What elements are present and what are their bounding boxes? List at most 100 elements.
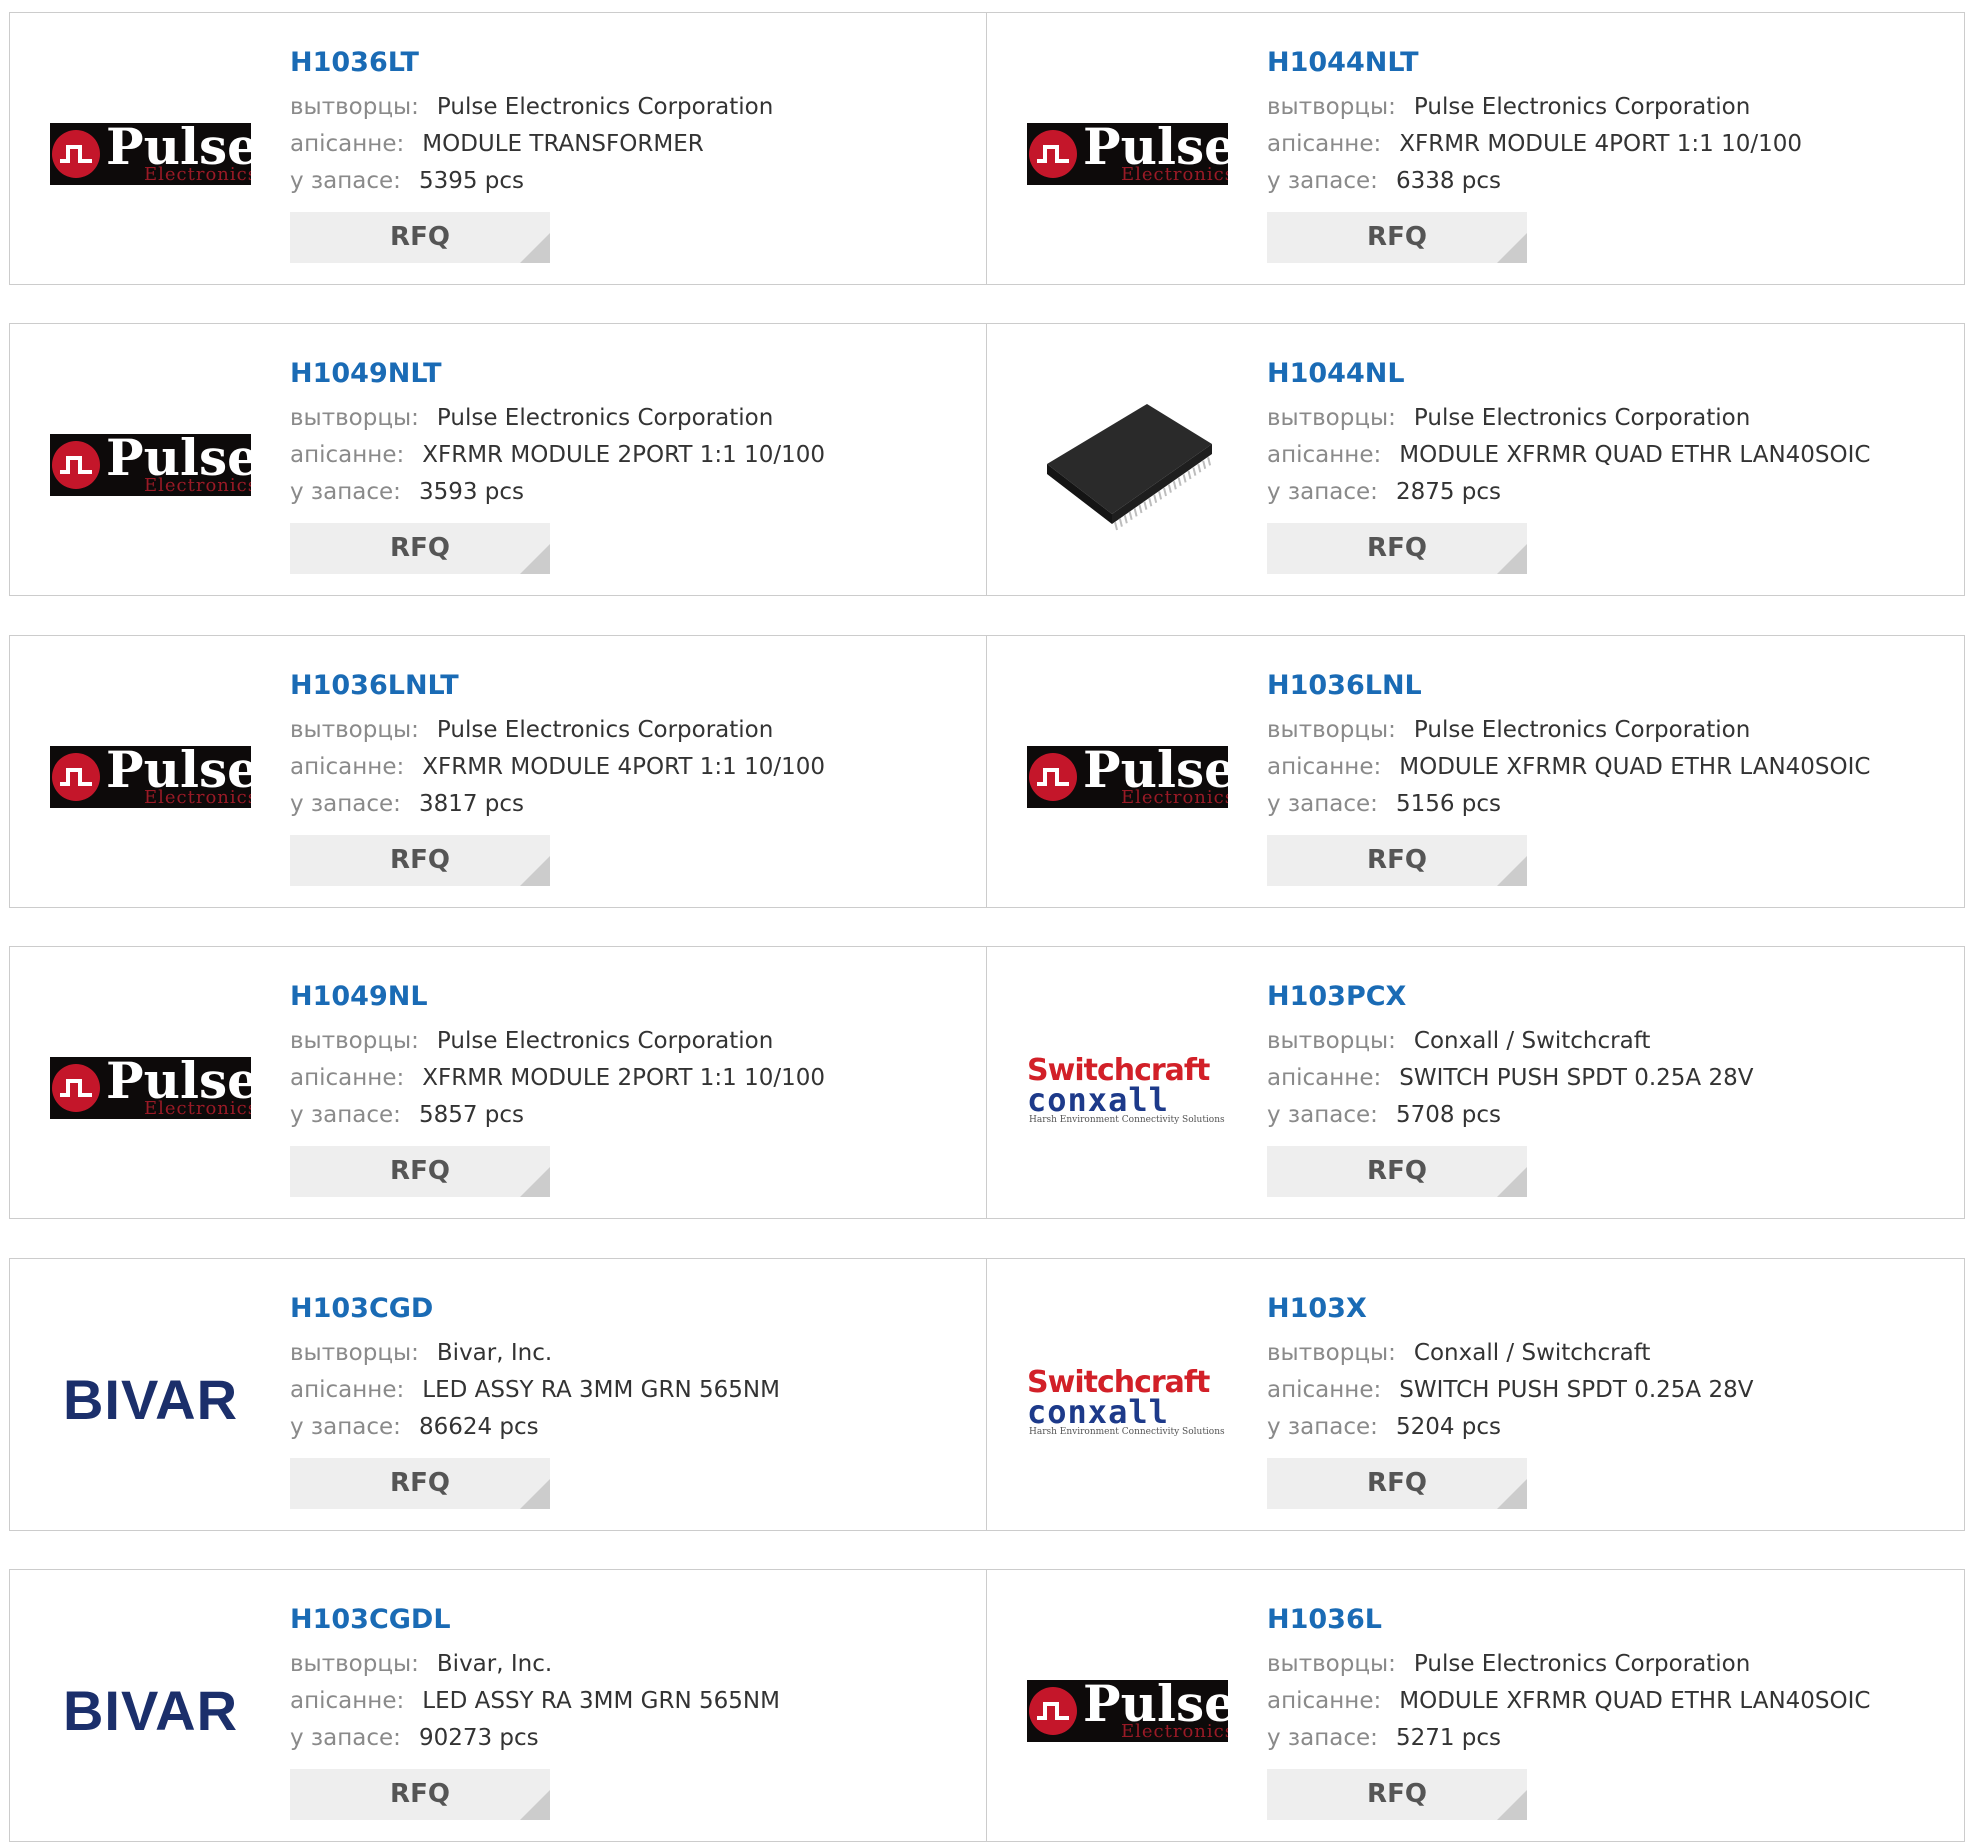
rfq-button[interactable]: RFQ <box>290 1146 550 1197</box>
manufacturer-value: Conxall / Switchcraft <box>1413 1340 1651 1366</box>
corner-triangle-icon <box>1497 233 1527 263</box>
part-number-link[interactable]: H103X <box>1267 1289 1944 1329</box>
part-number-link[interactable]: H1049NL <box>290 977 966 1017</box>
rfq-label: RFQ <box>1367 533 1427 563</box>
rfq-button[interactable]: RFQ <box>290 835 550 886</box>
manufacturer-line: вытворцы: Pulse Electronics Corporation <box>290 400 966 437</box>
corner-triangle-icon <box>520 1790 550 1820</box>
part-number-link[interactable]: H1036LT <box>290 43 966 83</box>
part-number-link[interactable]: H103PCX <box>1267 977 1944 1017</box>
rfq-label: RFQ <box>1367 222 1427 252</box>
product-card: H1044NL вытворцы: Pulse Electronics Corpor… <box>987 323 1965 596</box>
rfq-button[interactable]: RFQ <box>1267 1146 1527 1197</box>
part-number-link[interactable]: H1044NL <box>1267 354 1944 394</box>
manufacturer-line: вытворцы: Pulse Electronics Corporation <box>1267 89 1944 126</box>
corner-triangle-icon <box>520 856 550 886</box>
manufacturer-value: Pulse Electronics Corporation <box>436 1028 774 1054</box>
product-card: Pulse Electronics H1036LNLT вытворцы: Pulse … <box>9 635 987 908</box>
corner-triangle-icon <box>520 1167 550 1197</box>
corner-triangle-icon <box>520 544 550 574</box>
stock-line: у запасе: 5708 pcs <box>1267 1097 1944 1134</box>
stock-label: у запасе: <box>1267 1414 1378 1440</box>
manufacturer-line: вытворцы: Bivar, Inc. <box>290 1335 966 1372</box>
product-card: Pulse Electronics H1049NLT вытворцы: Pulse E… <box>9 323 987 596</box>
product-thumbnail[interactable]: Pulse Electronics <box>1027 1610 1228 1811</box>
product-row: Pulse Electronics H1036LT вытворцы: Pulse El… <box>9 12 1965 285</box>
manufacturer-label: вытворцы: <box>290 717 419 743</box>
manufacturer-label: вытворцы: <box>1267 1028 1396 1054</box>
pulse-mark-icon <box>1029 752 1077 801</box>
pulse-logo-sub: Electronics <box>1121 163 1228 185</box>
stock-value: 5156 pcs <box>1395 791 1502 817</box>
stock-label: у запасе: <box>1267 1102 1378 1128</box>
product-row: BIVAR H103CGD вытворцы: Bivar, Inc. апісанне… <box>9 1258 1965 1531</box>
description-line: апісанне: LED ASSY RA 3MM GRN 565NM <box>290 1683 966 1720</box>
product-thumbnail[interactable] <box>1027 364 1228 565</box>
bivar-logo: BIVAR <box>62 1368 239 1431</box>
product-thumbnail[interactable]: Pulse Electronics <box>50 364 251 565</box>
product-thumbnail[interactable]: Pulse Electronics <box>50 676 251 877</box>
manufacturer-line: вытворцы: Conxall / Switchcraft <box>1267 1335 1944 1372</box>
product-thumbnail[interactable]: BIVAR <box>50 1610 251 1811</box>
stock-line: у запасе: 86624 pcs <box>290 1409 966 1446</box>
stock-line: у запасе: 3817 pcs <box>290 786 966 823</box>
manufacturer-line: вытворцы: Pulse Electronics Corporation <box>1267 400 1944 437</box>
rfq-button[interactable]: RFQ <box>290 1458 550 1509</box>
pulse-logo-sub: Electronics <box>1121 1720 1228 1742</box>
rfq-button[interactable]: RFQ <box>1267 835 1527 886</box>
part-number-link[interactable]: H1044NLT <box>1267 43 1944 83</box>
description-value: MODULE XFRMR QUAD ETHR LAN40SOIC <box>1399 1688 1871 1714</box>
description-value: LED ASSY RA 3MM GRN 565NM <box>422 1688 780 1714</box>
part-number-link[interactable]: H1036L <box>1267 1600 1944 1640</box>
stock-label: у запасе: <box>1267 168 1378 194</box>
stock-value: 86624 pcs <box>418 1414 539 1440</box>
description-label: апісанне: <box>290 1377 405 1403</box>
part-number-link[interactable]: H103CGD <box>290 1289 966 1329</box>
part-number-link[interactable]: H1036LNL <box>1267 666 1944 706</box>
product-thumbnail[interactable]: Pulse Electronics <box>50 987 251 1188</box>
description-line: апісанне: SWITCH PUSH SPDT 0.25A 28V <box>1267 1372 1944 1409</box>
product-card: BIVAR H103CGDL вытворцы: Bivar, Inc. апісанн… <box>9 1569 987 1842</box>
product-thumbnail[interactable]: Pulse Electronics <box>1027 676 1228 877</box>
manufacturer-line: вытворцы: Pulse Electronics Corporation <box>1267 712 1944 749</box>
stock-value: 5395 pcs <box>418 168 525 194</box>
product-thumbnail[interactable]: BIVAR <box>50 1299 251 1500</box>
product-thumbnail[interactable]: Pulse Electronics <box>50 53 251 254</box>
manufacturer-label: вытворцы: <box>290 94 419 120</box>
stock-line: у запасе: 6338 pcs <box>1267 163 1944 200</box>
rfq-button[interactable]: RFQ <box>290 523 550 574</box>
pulse-logo-sub: Electronics <box>144 474 251 496</box>
manufacturer-line: вытворцы: Bivar, Inc. <box>290 1646 966 1683</box>
description-value: SWITCH PUSH SPDT 0.25A 28V <box>1399 1377 1754 1403</box>
stock-value: 6338 pcs <box>1395 168 1502 194</box>
product-thumbnail[interactable]: Pulse Electronics <box>1027 53 1228 254</box>
rfq-button[interactable]: RFQ <box>1267 1458 1527 1509</box>
description-value: MODULE TRANSFORMER <box>422 131 704 157</box>
manufacturer-value: Pulse Electronics Corporation <box>1413 94 1751 120</box>
description-label: апісанне: <box>1267 754 1382 780</box>
description-value: XFRMR MODULE 2PORT 1:1 10/100 <box>422 1065 826 1091</box>
description-line: апісанне: XFRMR MODULE 4PORT 1:1 10/100 <box>290 749 966 786</box>
pulse-electronics-logo: Pulse Electronics <box>1027 745 1228 808</box>
product-thumbnail[interactable]: Switchcraft conxall Harsh Environment Conn… <box>1027 1299 1228 1500</box>
rfq-button[interactable]: RFQ <box>1267 212 1527 263</box>
pulse-logo-sub: Electronics <box>144 786 251 808</box>
part-number-link[interactable]: H1049NLT <box>290 354 966 394</box>
part-number-link[interactable]: H1036LNLT <box>290 666 966 706</box>
rfq-label: RFQ <box>390 222 450 252</box>
rfq-button[interactable]: RFQ <box>290 1769 550 1820</box>
rfq-button[interactable]: RFQ <box>1267 523 1527 574</box>
product-card: Switchcraft conxall Harsh Environment Conn… <box>987 946 1965 1219</box>
part-number-link[interactable]: H103CGDL <box>290 1600 966 1640</box>
description-label: апісанне: <box>1267 1688 1382 1714</box>
manufacturer-value: Conxall / Switchcraft <box>1413 1028 1651 1054</box>
product-card: Pulse Electronics H1049NL вытворцы: Pulse El… <box>9 946 987 1219</box>
rfq-button[interactable]: RFQ <box>290 212 550 263</box>
product-thumbnail[interactable]: Switchcraft conxall Harsh Environment Conn… <box>1027 987 1228 1188</box>
pulse-electronics-logo: Pulse Electronics <box>50 122 251 185</box>
pulse-electronics-logo: Pulse Electronics <box>50 745 251 808</box>
rfq-button[interactable]: RFQ <box>1267 1769 1527 1820</box>
description-line: апісанне: LED ASSY RA 3MM GRN 565NM <box>290 1372 966 1409</box>
stock-line: у запасе: 5271 pcs <box>1267 1720 1944 1757</box>
manufacturer-line: вытворцы: Pulse Electronics Corporation <box>290 1023 966 1060</box>
